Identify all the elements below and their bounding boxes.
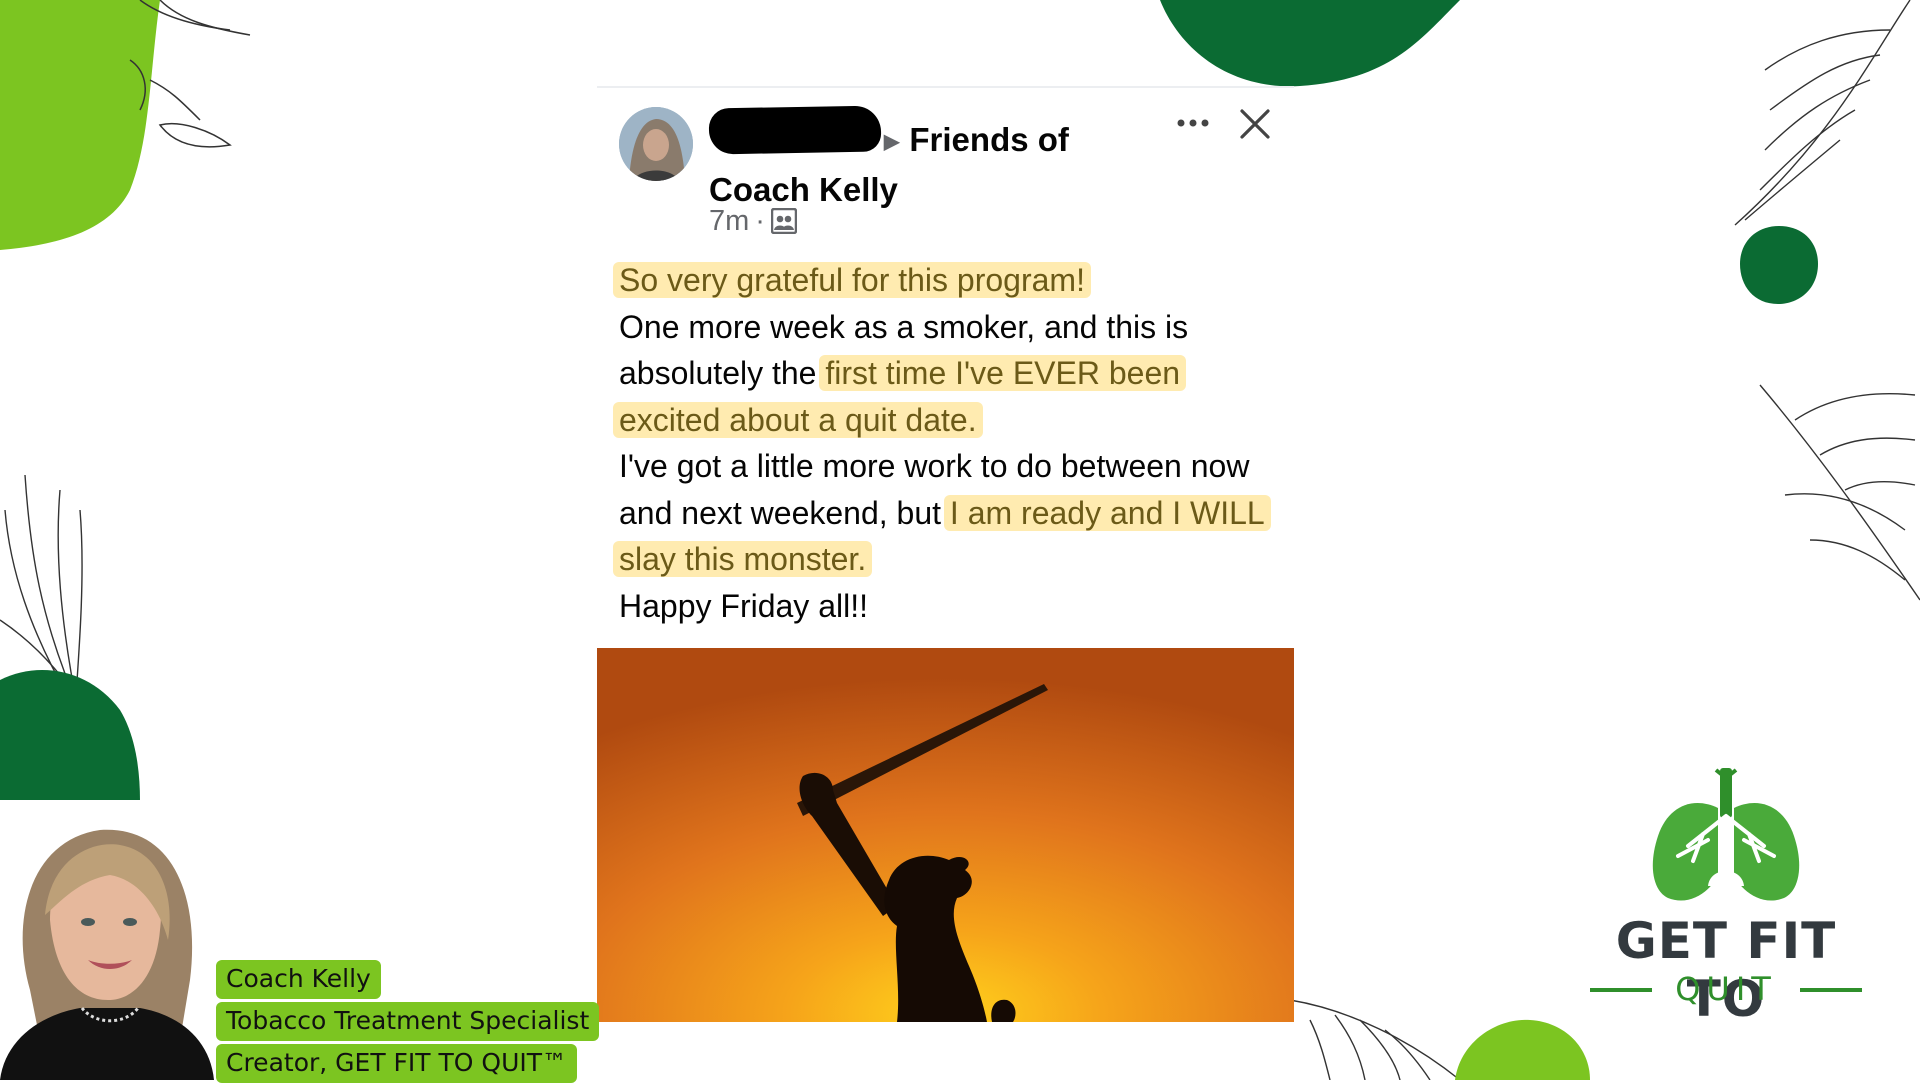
post-top-divider [597,86,1294,88]
post-image-sword-silhouette[interactable] [597,648,1294,1022]
green-blob-top-center [1160,0,1460,87]
logo-divider-right [1800,988,1862,992]
coach-kelly-photo [0,800,214,1080]
highlighted-text: So very grateful for this program! [613,262,1091,298]
more-options-icon[interactable] [1173,110,1213,136]
coach-name-label: Coach Kelly [216,960,381,999]
leaf-decoration-top-left [129,0,251,148]
leaf-decoration-bottom-center [1290,999,1461,1080]
post-text-segment: Happy Friday all!! [619,587,868,624]
meta-separator: · [755,205,765,237]
green-blob-bottom-center [1455,1019,1590,1080]
coach-creator-label: Creator, GET FIT TO QUIT™ [216,1044,578,1083]
lungs-icon [1652,768,1800,901]
post-timestamp[interactable]: 7m [709,205,749,237]
post-header-title: ▶ Friends of Coach Kelly [709,116,1149,213]
poster-avatar[interactable] [619,107,693,181]
social-post-card: ▶ Friends of Coach Kelly 7m · So very grat… [597,86,1294,1022]
coach-credentials: Coach Kelly Tobacco Treatment Specialist… [216,960,600,1086]
coach-title-label: Tobacco Treatment Specialist [216,1002,600,1041]
shared-to-arrow-icon: ▶ [884,130,900,153]
post-body-text: So very grateful for this program! One mo… [613,257,1279,629]
post-meta: 7m · [709,205,798,242]
close-icon[interactable] [1237,106,1273,142]
group-audience-icon [770,207,798,242]
leaf-decoration-top-right [1734,0,1911,226]
green-circle-right [1740,226,1818,304]
leaf-decoration-right [1759,384,1920,601]
get-fit-to-quit-logo: GET FIT TO QUIT [1576,766,1876,1028]
